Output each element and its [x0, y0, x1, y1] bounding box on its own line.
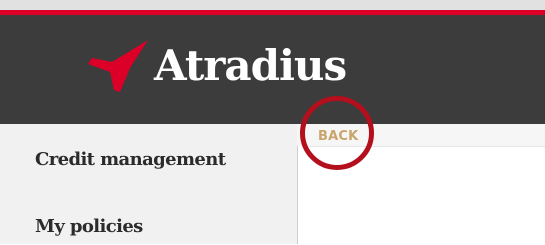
- back-link[interactable]: BACK: [318, 129, 358, 144]
- brand-name: Atradius: [154, 41, 347, 90]
- top-strip: [0, 0, 545, 10]
- brand-logo[interactable]: Atradius: [84, 36, 347, 96]
- sidebar-item-my-policies[interactable]: My policies: [35, 216, 143, 237]
- sidebar-item-credit-management[interactable]: Credit management: [35, 149, 226, 170]
- site-header: Atradius: [0, 15, 545, 124]
- atradius-star-icon: [88, 40, 148, 92]
- sidebar: Credit management My policies: [0, 124, 297, 244]
- main-content: [309, 146, 545, 245]
